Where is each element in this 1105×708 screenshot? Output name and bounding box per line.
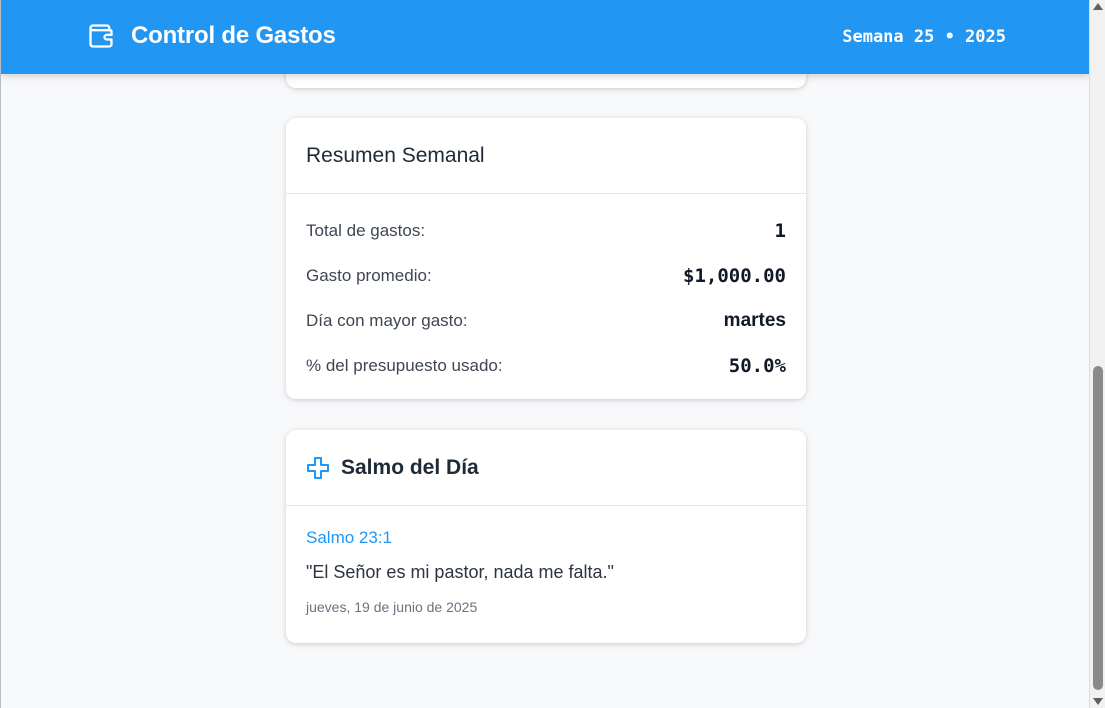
page-viewport: Control de Gastos Semana 25 • 2025 Resum…	[0, 0, 1089, 708]
stat-value: $1,000.00	[683, 264, 786, 287]
cross-icon	[307, 456, 329, 479]
card-header: Salmo del Día	[286, 430, 806, 506]
psalm-body: Salmo 23:1 "El Señor es mi pastor, nada …	[286, 506, 806, 615]
vertical-scrollbar[interactable]	[1089, 0, 1105, 708]
psalm-quote: "El Señor es mi pastor, nada me falta."	[306, 562, 614, 582]
card-title: Salmo del Día	[341, 455, 479, 479]
stat-value: martes	[723, 309, 786, 331]
psalm-date: jueves, 19 de junio de 2025	[306, 599, 478, 615]
week-label: Semana 25 • 2025	[842, 27, 1006, 47]
stat-row-total: Total de gastos: 1	[306, 208, 786, 253]
stat-row-average: Gasto promedio: $1,000.00	[306, 253, 786, 298]
app-title: Control de Gastos	[131, 22, 336, 49]
scroll-thumb[interactable]	[1093, 366, 1103, 690]
psalm-reference: Salmo 23:1	[306, 528, 392, 547]
weekly-summary-card: Resumen Semanal Total de gastos: 1 Gasto…	[286, 118, 806, 399]
stat-list: Total de gastos: 1 Gasto promedio: $1,00…	[286, 208, 806, 388]
card-title: Resumen Semanal	[306, 143, 485, 167]
scroll-up-arrow-icon[interactable]	[1093, 3, 1103, 10]
stat-label: Día con mayor gasto:	[306, 310, 468, 330]
stat-label: Total de gastos:	[306, 220, 426, 240]
brand[interactable]: Control de Gastos	[87, 22, 336, 50]
stat-value: 50.0%	[728, 354, 786, 377]
app-header: Control de Gastos Semana 25 • 2025	[1, 0, 1089, 74]
wallet-icon	[89, 24, 113, 48]
card-header: Resumen Semanal	[286, 118, 806, 194]
psalm-card: Salmo del Día Salmo 23:1 "El Señor es mi…	[286, 430, 806, 643]
stat-label: Gasto promedio:	[306, 265, 432, 285]
stat-row-top-day: Día con mayor gasto: martes	[306, 298, 786, 343]
scroll-down-arrow-icon[interactable]	[1093, 698, 1103, 705]
stat-value: 1	[774, 219, 786, 242]
stat-row-budget: % del presupuesto usado: 50.0%	[306, 343, 786, 388]
stat-label: % del presupuesto usado:	[306, 355, 503, 375]
